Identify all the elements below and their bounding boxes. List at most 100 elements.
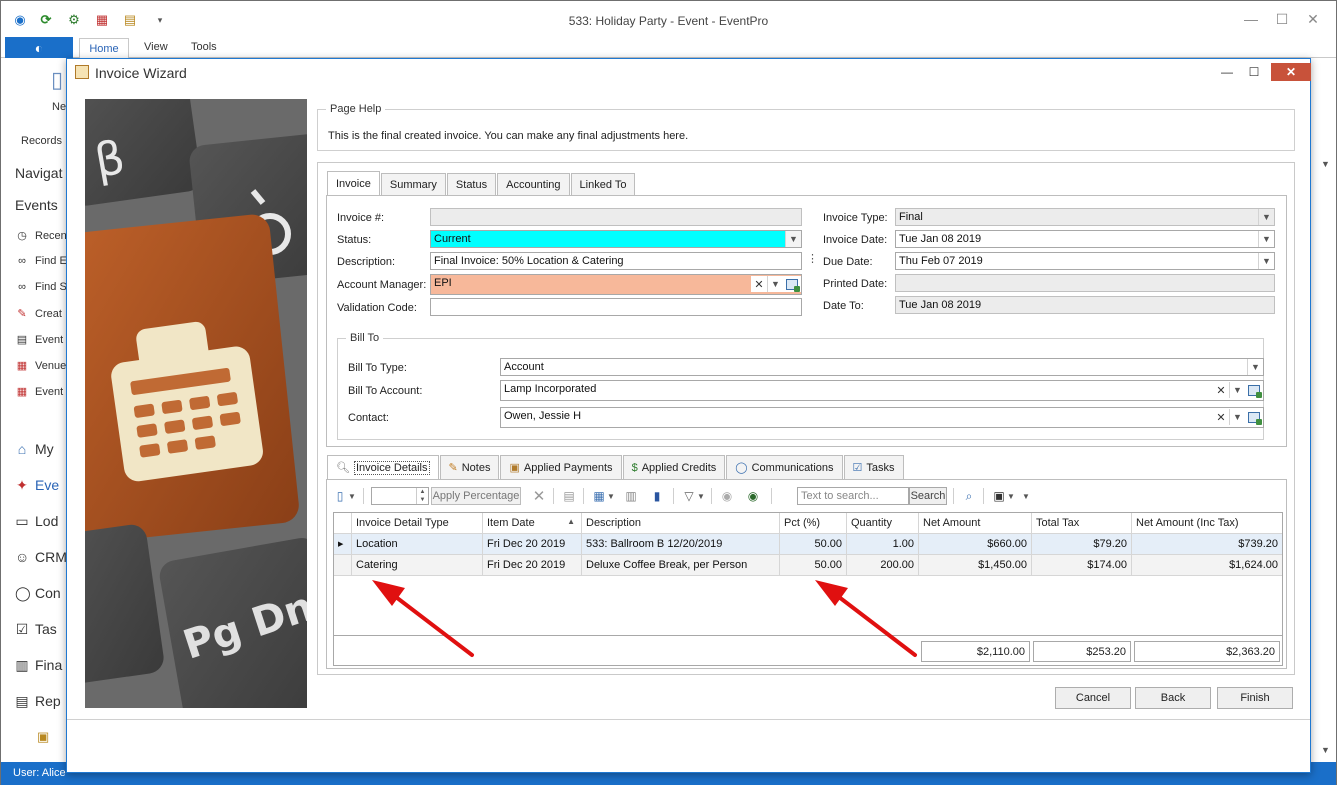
tab-status[interactable]: Status bbox=[446, 173, 497, 195]
module-lodging[interactable]: ▭ Lod bbox=[15, 513, 58, 530]
ribbon-tab-home[interactable]: Home bbox=[79, 38, 129, 59]
bill-to-account-field[interactable]: Lamp Incorporated ✕ ▼ bbox=[500, 380, 1264, 401]
due-date-picker[interactable]: Thu Feb 07 2019 ▼ bbox=[895, 252, 1275, 270]
close-icon[interactable]: ✕ bbox=[1303, 9, 1323, 29]
column-header-item-date[interactable]: Item Date ▲ bbox=[483, 513, 582, 534]
lookup-icon[interactable] bbox=[1245, 382, 1263, 398]
tab-applied-payments[interactable]: ▣ Applied Payments bbox=[500, 455, 622, 479]
module-tasks[interactable]: ☑ Tas bbox=[15, 621, 57, 638]
chevron-down-icon[interactable]: ▼ bbox=[767, 276, 783, 292]
chevron-down-icon[interactable]: ▼ bbox=[1321, 159, 1330, 169]
move-up-icon[interactable]: ◉ bbox=[719, 488, 735, 504]
module-crm[interactable]: ☺ CRM bbox=[15, 549, 66, 565]
splitter-handle-icon[interactable]: ⋮ bbox=[807, 252, 818, 265]
chevron-down-icon[interactable]: ▼ bbox=[1229, 409, 1245, 425]
chevron-down-icon[interactable]: ▼ bbox=[1258, 231, 1274, 247]
maximize-icon[interactable]: ☐ bbox=[1272, 9, 1292, 29]
save-layout-icon[interactable]: ▣ bbox=[991, 488, 1007, 504]
module-financial[interactable]: ▥ Fina bbox=[15, 657, 62, 674]
description-input[interactable]: Final Invoice: 50% Location & Catering bbox=[430, 252, 802, 270]
nav-item-event-2[interactable]: ▦ Event bbox=[15, 385, 63, 398]
account-manager-field[interactable]: EPI ✕ ▼ bbox=[430, 274, 802, 295]
copy-icon[interactable]: ▥ bbox=[623, 488, 639, 504]
print-icon[interactable]: ▤ bbox=[561, 488, 577, 504]
move-down-icon[interactable]: ◉ bbox=[745, 488, 761, 504]
chevron-down-icon[interactable]: ▼ bbox=[1247, 359, 1263, 375]
nav-item-event[interactable]: ▤ Event bbox=[15, 333, 63, 346]
tab-invoice[interactable]: Invoice bbox=[327, 171, 380, 195]
finish-button[interactable]: Finish bbox=[1217, 687, 1293, 709]
table-row[interactable]: Catering Fri Dec 20 2019 Deluxe Coffee B… bbox=[334, 555, 1282, 576]
column-header[interactable]: Description bbox=[582, 513, 780, 534]
filter-icon[interactable]: ▽ bbox=[681, 488, 697, 504]
clear-icon[interactable]: ✕ bbox=[1213, 409, 1229, 425]
chevron-down-icon[interactable]: ▼ bbox=[1229, 382, 1245, 398]
module-communications[interactable]: ◯ Con bbox=[15, 585, 61, 602]
column-header[interactable]: Invoice Detail Type bbox=[352, 513, 483, 534]
chevron-down-icon[interactable]: ▼ bbox=[1007, 488, 1015, 504]
tab-accounting[interactable]: Accounting bbox=[497, 173, 570, 195]
nav-item-find-sessions[interactable]: ∞ Find S bbox=[15, 281, 66, 293]
new-document-icon[interactable]: ▯ bbox=[333, 488, 347, 504]
chevron-down-icon[interactable]: ▼ bbox=[347, 488, 357, 504]
column-header[interactable]: Total Tax bbox=[1032, 513, 1132, 534]
chevron-down-icon[interactable]: ▼ bbox=[1258, 253, 1274, 269]
bill-to-type-dropdown[interactable]: Account ▼ bbox=[500, 358, 1264, 376]
configure-icon[interactable]: ▣ bbox=[37, 729, 49, 745]
delete-icon[interactable]: ✕ bbox=[531, 488, 547, 505]
invoice-date-picker[interactable]: Tue Jan 08 2019 ▼ bbox=[895, 230, 1275, 248]
columns-icon[interactable]: ▦ bbox=[591, 488, 607, 504]
nav-item-recent[interactable]: ◷ Recen bbox=[15, 229, 66, 242]
tab-summary[interactable]: Summary bbox=[380, 173, 446, 195]
search-input[interactable]: Text to search... bbox=[797, 487, 909, 505]
overflow-chevron-icon[interactable]: ▼ bbox=[1021, 488, 1031, 504]
tab-applied-credits[interactable]: $ Applied Credits bbox=[622, 455, 726, 479]
tab-tasks[interactable]: ☑ Tasks bbox=[843, 455, 904, 479]
column-header[interactable]: Net Amount (Inc Tax) bbox=[1132, 513, 1282, 534]
spinner-arrows-icon[interactable]: ▲ ▼ bbox=[416, 488, 428, 504]
search-button[interactable]: Search bbox=[909, 487, 947, 505]
clear-icon[interactable]: ✕ bbox=[1213, 382, 1229, 398]
chevron-down-icon[interactable]: ▼ bbox=[697, 488, 705, 504]
module-my[interactable]: ⌂ My bbox=[15, 441, 54, 457]
ribbon-tab-tools[interactable]: Tools bbox=[191, 41, 217, 53]
clear-icon[interactable]: ✕ bbox=[751, 276, 767, 292]
tab-communications[interactable]: ◯ Communications bbox=[726, 455, 843, 479]
chevron-down-icon[interactable]: ▼ bbox=[1321, 745, 1330, 755]
back-button[interactable]: Back bbox=[1135, 687, 1211, 709]
cancel-button[interactable]: Cancel bbox=[1055, 687, 1131, 709]
find-icon[interactable]: ⌕ bbox=[961, 488, 977, 504]
lookup-icon[interactable] bbox=[1245, 409, 1263, 425]
invoice-type-dropdown[interactable]: Final ▼ bbox=[895, 208, 1275, 226]
chevron-down-icon[interactable]: ▼ bbox=[1258, 209, 1274, 225]
printed-date-field bbox=[895, 274, 1275, 292]
minimize-icon[interactable]: — bbox=[1212, 63, 1242, 81]
status-dropdown[interactable]: Current ▼ bbox=[430, 230, 802, 248]
module-events[interactable]: ✦ Eve bbox=[15, 477, 59, 494]
maximize-icon[interactable]: ☐ bbox=[1239, 63, 1269, 81]
tab-invoice-details[interactable]: 🔍︎ Invoice Details bbox=[327, 455, 439, 479]
apply-percentage-button[interactable]: Apply Percentage bbox=[431, 487, 521, 505]
tab-linked-to[interactable]: Linked To bbox=[570, 173, 636, 195]
table-row[interactable]: ▶ Location Fri Dec 20 2019 533: Ballroom… bbox=[334, 534, 1282, 555]
new-record-icon[interactable]: ▯ bbox=[51, 67, 63, 93]
validation-code-input[interactable] bbox=[430, 298, 802, 316]
minimize-icon[interactable]: — bbox=[1241, 9, 1261, 29]
app-menu-logo-icon[interactable]: ◐ bbox=[5, 37, 73, 58]
contact-field[interactable]: Owen, Jessie H ✕ ▼ bbox=[500, 407, 1264, 428]
nav-item-create[interactable]: ✎ Creat bbox=[15, 307, 62, 320]
chevron-down-icon[interactable]: ▼ bbox=[607, 488, 615, 504]
column-header[interactable]: Net Amount bbox=[919, 513, 1032, 534]
ribbon-tab-view[interactable]: View bbox=[144, 41, 168, 53]
percentage-spinner[interactable]: ▲ ▼ bbox=[371, 487, 429, 505]
nav-item-venue[interactable]: ▦ Venue bbox=[15, 359, 66, 372]
nav-item-find-events[interactable]: ∞ Find E bbox=[15, 255, 66, 267]
tab-notes[interactable]: ✎ Notes bbox=[439, 455, 500, 479]
module-reports[interactable]: ▤ Rep bbox=[15, 693, 60, 710]
column-header[interactable]: Pct (%) bbox=[780, 513, 847, 534]
column-header[interactable]: Quantity bbox=[847, 513, 919, 534]
close-icon[interactable]: ✕ bbox=[1271, 63, 1311, 81]
chevron-down-icon[interactable]: ▼ bbox=[785, 231, 801, 247]
bookmark-icon[interactable]: ▮ bbox=[649, 488, 665, 504]
lookup-icon[interactable] bbox=[783, 276, 801, 292]
